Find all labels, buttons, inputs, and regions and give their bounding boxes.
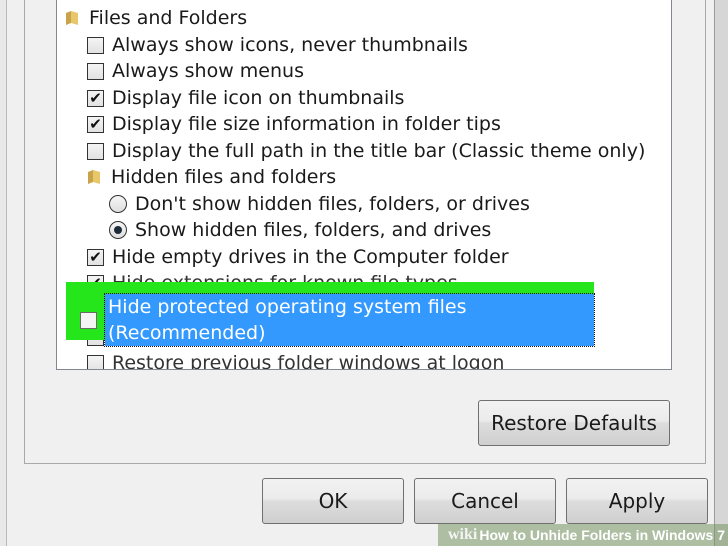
checkbox[interactable]	[87, 62, 104, 80]
tree-folder-label: Files and Folders	[89, 7, 248, 29]
setting-label: Always show icons, never thumbnails	[112, 34, 468, 56]
window-frame-right	[714, 0, 728, 546]
setting-label: Restore previous folder windows at logon	[112, 352, 505, 370]
checkbox[interactable]	[87, 354, 104, 369]
tree-folder-hidden-files: Hidden files and folders	[87, 164, 336, 190]
folder-icon	[88, 170, 100, 184]
watermark-brand: wiki	[448, 526, 478, 543]
tree-folder-files-and-folders: Files and Folders	[65, 5, 247, 31]
setting-display-full-path[interactable]: Display the full path in the title bar (…	[87, 138, 645, 164]
radio-button[interactable]	[109, 195, 127, 213]
setting-display-file-icon[interactable]: ✔ Display file icon on thumbnails	[87, 85, 404, 111]
radio-dot-icon	[114, 226, 122, 234]
setting-label: Show hidden files, folders, and drives	[135, 219, 492, 241]
watermark-banner: wiki How to Unhide Folders in Windows 7	[438, 524, 728, 546]
checkbox[interactable]	[80, 311, 97, 329]
checkbox-checked[interactable]: ✔	[87, 247, 104, 266]
setting-restore-previous-windows[interactable]: Restore previous folder windows at logon	[87, 350, 505, 370]
ok-button[interactable]: OK	[262, 478, 404, 524]
folder-icon	[66, 11, 78, 25]
window-frame-left	[0, 0, 7, 546]
checkmark-icon: ✔	[89, 88, 102, 107]
setting-always-show-icons[interactable]: Always show icons, never thumbnails	[87, 32, 468, 58]
setting-show-hidden[interactable]: Show hidden files, folders, and drives	[109, 217, 491, 243]
highlight-overlay: Hide protected operating system files (R…	[66, 282, 595, 347]
setting-label: Display file size information in folder …	[112, 113, 501, 135]
setting-label: Don't show hidden files, folders, or dri…	[135, 193, 530, 215]
setting-label: Display the full path in the title bar (…	[112, 140, 646, 162]
tree-folder-label: Hidden files and folders	[111, 166, 337, 188]
checkmark-icon: ✔	[89, 247, 102, 266]
setting-display-file-size[interactable]: ✔ Display file size information in folde…	[87, 111, 501, 137]
checkbox-checked[interactable]: ✔	[87, 114, 104, 133]
selected-setting-label: Hide protected operating system files (R…	[104, 293, 595, 347]
setting-label: Display file icon on thumbnails	[112, 87, 405, 109]
restore-defaults-button[interactable]: Restore Defaults	[478, 400, 670, 446]
cancel-button[interactable]: Cancel	[414, 478, 556, 524]
checkbox-checked[interactable]: ✔	[87, 88, 104, 107]
setting-always-show-menus[interactable]: Always show menus	[87, 58, 304, 84]
setting-label: Hide empty drives in the Computer folder	[112, 246, 509, 268]
setting-dont-show-hidden[interactable]: Don't show hidden files, folders, or dri…	[109, 191, 530, 217]
setting-hide-protected-os-files[interactable]: Hide protected operating system files (R…	[80, 293, 595, 347]
apply-button[interactable]: Apply	[566, 478, 708, 524]
checkbox[interactable]	[87, 142, 104, 160]
setting-label: Always show menus	[112, 60, 304, 82]
radio-button-selected[interactable]	[109, 221, 127, 239]
setting-hide-empty-drives[interactable]: ✔ Hide empty drives in the Computer fold…	[87, 244, 509, 270]
watermark-title: How to Unhide Folders in Windows 7	[479, 527, 725, 543]
checkmark-icon: ✔	[89, 114, 102, 133]
checkbox[interactable]	[87, 36, 104, 54]
